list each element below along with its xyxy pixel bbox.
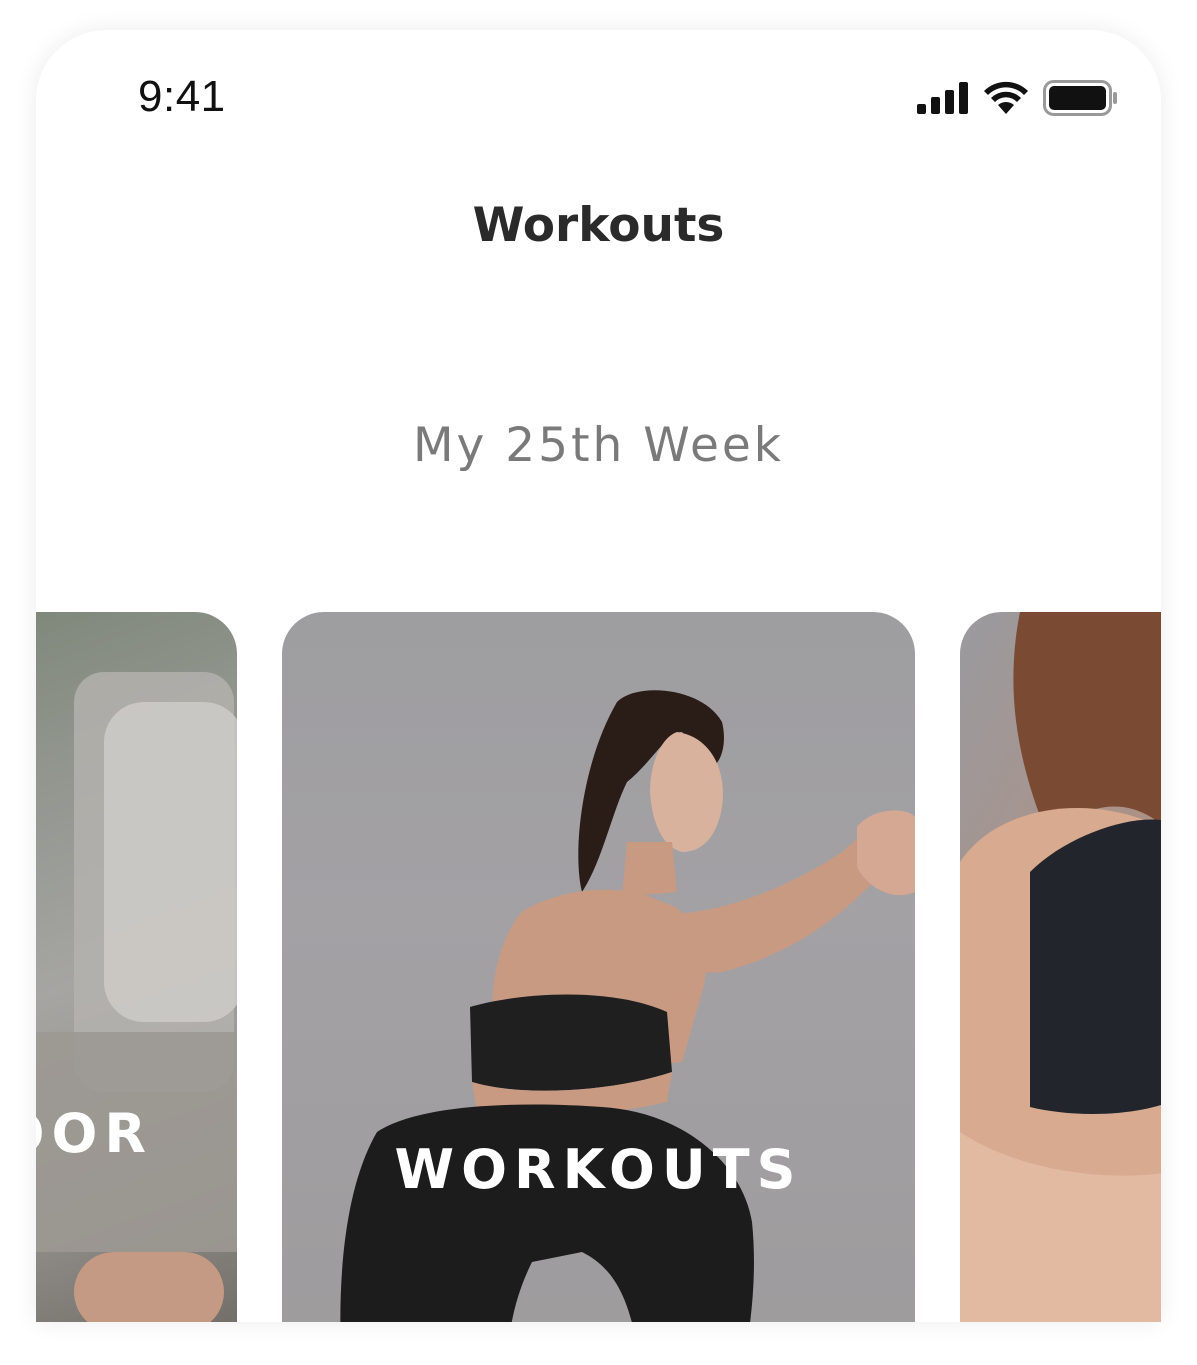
week-label: My 25th Week bbox=[412, 418, 785, 473]
card-workouts-label: WORKOUTS bbox=[394, 1138, 803, 1201]
card-indoor-label-line2: ES bbox=[36, 1172, 153, 1248]
card-workouts[interactable]: WORKOUTS bbox=[282, 612, 915, 1322]
battery-icon bbox=[1043, 80, 1117, 116]
wifi-icon bbox=[984, 81, 1028, 114]
woman-sports-bra-illustration bbox=[960, 612, 1161, 1322]
card-indoor-label-line1: DOOR bbox=[36, 1102, 153, 1165]
hand-shape bbox=[74, 1252, 224, 1322]
page-title: Workouts bbox=[472, 198, 725, 253]
card-woman[interactable] bbox=[960, 612, 1161, 1322]
status-icons bbox=[917, 80, 1119, 116]
signal-icon bbox=[917, 82, 968, 114]
card-indoor[interactable]: DOOR ES bbox=[36, 612, 237, 1322]
workout-carousel[interactable]: DOOR ES bbox=[36, 612, 1161, 1322]
card-indoor-label: DOOR ES bbox=[36, 1096, 153, 1248]
status-time: 9:41 bbox=[138, 72, 226, 121]
pillow-shape bbox=[104, 702, 237, 1022]
phone-screen: 9:41 Workouts My 25th Week DOOR bbox=[36, 30, 1161, 1322]
woman-squat-illustration bbox=[340, 690, 915, 1322]
